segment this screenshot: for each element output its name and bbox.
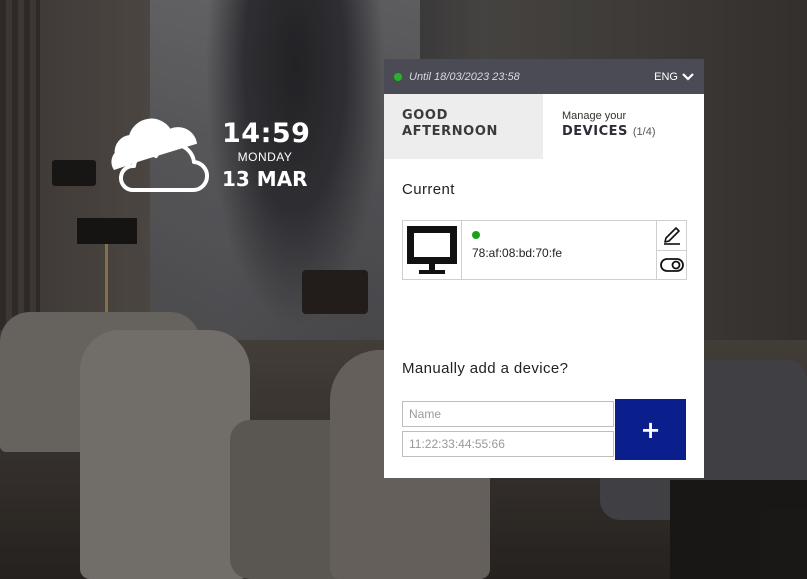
greeting-line1: GOOD <box>402 108 448 123</box>
clock-date: 13 MAR <box>222 167 308 191</box>
tab-greeting[interactable]: GOOD AFTERNOON <box>384 94 543 159</box>
session-until: Until 18/03/2023 23:58 <box>409 70 520 83</box>
language-label: ENG <box>654 70 678 83</box>
chevron-down-icon <box>682 72 694 81</box>
manual-add-heading: Manually add a device? <box>402 360 569 377</box>
panel-tabs: GOOD AFTERNOON Manage your DEVICES (1/4) <box>384 94 704 159</box>
device-panel: Until 18/03/2023 23:58 ENG GOOD AFTERNOO… <box>384 59 704 478</box>
edit-icon <box>663 227 680 246</box>
edit-device-button[interactable] <box>657 221 686 250</box>
toggle-icon <box>659 257 684 272</box>
greeting-line2: AFTERNOON <box>402 124 498 139</box>
device-mac: 78:af:08:bd:70:fe <box>472 246 563 260</box>
status-indicator <box>394 72 402 81</box>
devices-tab-subtitle: Manage your <box>562 110 627 122</box>
clock-day-of-week: MONDAY <box>237 150 293 164</box>
panel-topbar: Until 18/03/2023 23:58 ENG <box>384 59 704 94</box>
clock-time: 14:59 <box>222 118 311 149</box>
toggle-device-button[interactable] <box>657 249 686 280</box>
language-selector[interactable]: ENG <box>654 71 694 83</box>
devices-count: (1/4) <box>632 126 656 138</box>
tab-devices[interactable]: Manage your DEVICES (1/4) <box>543 94 704 159</box>
devices-tab-title: DEVICES (1/4) <box>562 123 704 141</box>
cloud-icon <box>111 118 210 193</box>
current-devices-heading: Current <box>402 181 455 198</box>
monitor-icon <box>407 226 457 274</box>
device-row: 78:af:08:bd:70:fe <box>402 220 687 280</box>
devices-tab-label: DEVICES <box>562 124 628 139</box>
add-device-button[interactable]: + <box>615 399 686 460</box>
device-online-dot <box>472 231 480 239</box>
device-mac-input[interactable] <box>402 431 614 457</box>
device-name-input[interactable] <box>402 401 614 427</box>
